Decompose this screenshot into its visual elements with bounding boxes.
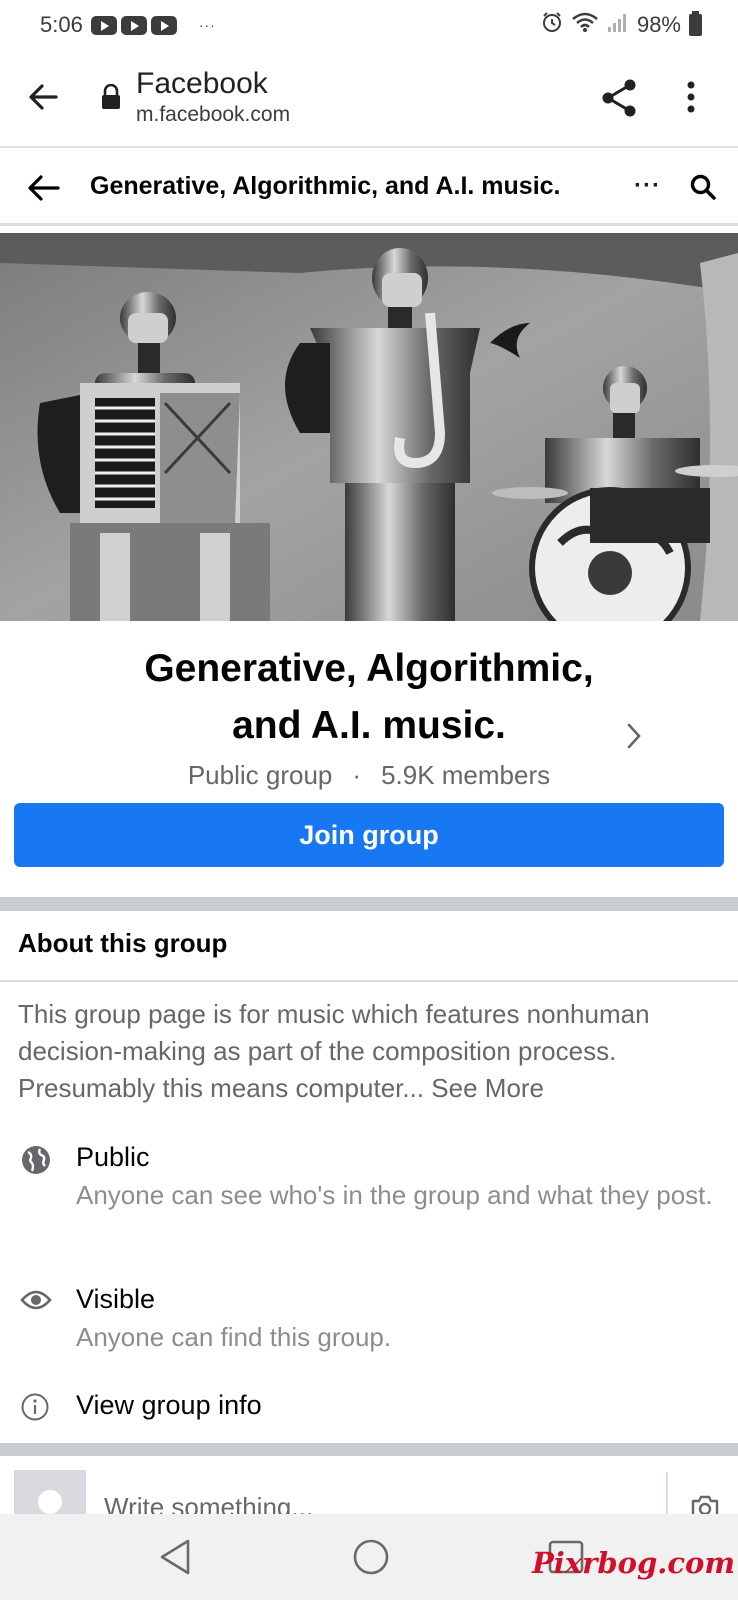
nav-home-icon[interactable] <box>352 1538 390 1581</box>
write-something-input[interactable]: Write something... <box>104 1492 313 1514</box>
group-description: This group page is for music which featu… <box>18 996 728 1107</box>
status-bar: 5:06 ··· 98% <box>0 0 738 50</box>
about-heading: About this group <box>18 928 228 958</box>
chevron-right-icon[interactable] <box>626 722 642 755</box>
camera-icon[interactable] <box>690 1494 720 1514</box>
description-text: This group page is for music which featu… <box>18 999 650 1103</box>
more-vertical-icon[interactable] <box>686 80 696 119</box>
see-more-link[interactable]: See More <box>431 1073 544 1103</box>
meta-separator: · <box>352 760 362 790</box>
lock-icon <box>100 83 122 115</box>
group-name[interactable]: Generative, Algorithmic, and A.I. music. <box>109 640 629 754</box>
status-time: 5:06 <box>40 12 83 37</box>
youtube-icon <box>90 15 117 35</box>
visibility-title: Visible <box>76 1284 156 1314</box>
signal-icon <box>607 11 629 39</box>
back-arrow-icon[interactable] <box>26 172 60 209</box>
more-options-button[interactable]: ··· <box>634 172 661 200</box>
group-cover-photo[interactable] <box>0 233 738 621</box>
nav-back-icon[interactable] <box>158 1538 192 1581</box>
share-icon[interactable] <box>600 78 638 123</box>
about-divider <box>0 980 738 982</box>
section-divider <box>0 897 738 911</box>
privacy-title: Public <box>76 1142 150 1172</box>
youtube-icon <box>120 15 147 35</box>
site-title: Facebook <box>136 67 268 100</box>
group-header-bar: Generative, Algorithmic, and A.I. music.… <box>0 150 738 226</box>
join-group-button[interactable]: Join group <box>14 803 724 867</box>
group-header-title: Generative, Algorithmic, and A.I. music. <box>90 172 561 200</box>
watermark-text: Pixrbog.com <box>532 1546 736 1580</box>
battery-icon <box>689 11 702 36</box>
site-info[interactable]: Facebook m.facebook.com <box>136 66 290 128</box>
site-url: m.facebook.com <box>136 103 291 126</box>
youtube-icon <box>150 15 177 35</box>
search-icon[interactable] <box>690 174 716 205</box>
globe-icon <box>20 1144 52 1181</box>
group-privacy: Public group <box>187 760 333 790</box>
group-info: Generative, Algorithmic, and A.I. music. <box>0 640 738 754</box>
browser-toolbar: Facebook m.facebook.com <box>0 50 738 148</box>
alarm-icon <box>541 11 563 39</box>
composer-separator <box>666 1472 668 1514</box>
group-members-count[interactable]: 5.9K members <box>381 760 550 790</box>
avatar[interactable] <box>14 1470 86 1514</box>
visibility-detail: Anyone can find this group. <box>76 1322 392 1352</box>
info-icon <box>20 1392 50 1427</box>
eye-icon <box>20 1288 52 1317</box>
view-group-info-label[interactable]: View group info <box>76 1390 262 1421</box>
status-overflow: ··· <box>198 17 216 33</box>
group-meta: Public group · 5.9K members <box>0 760 738 791</box>
battery-percent: 98% <box>636 12 681 37</box>
privacy-detail: Anyone can see who's in the group and wh… <box>76 1180 713 1210</box>
post-composer: Write something... <box>0 1456 738 1514</box>
wifi-icon <box>571 11 599 39</box>
section-divider <box>0 1443 738 1456</box>
back-arrow-icon[interactable] <box>26 80 60 119</box>
